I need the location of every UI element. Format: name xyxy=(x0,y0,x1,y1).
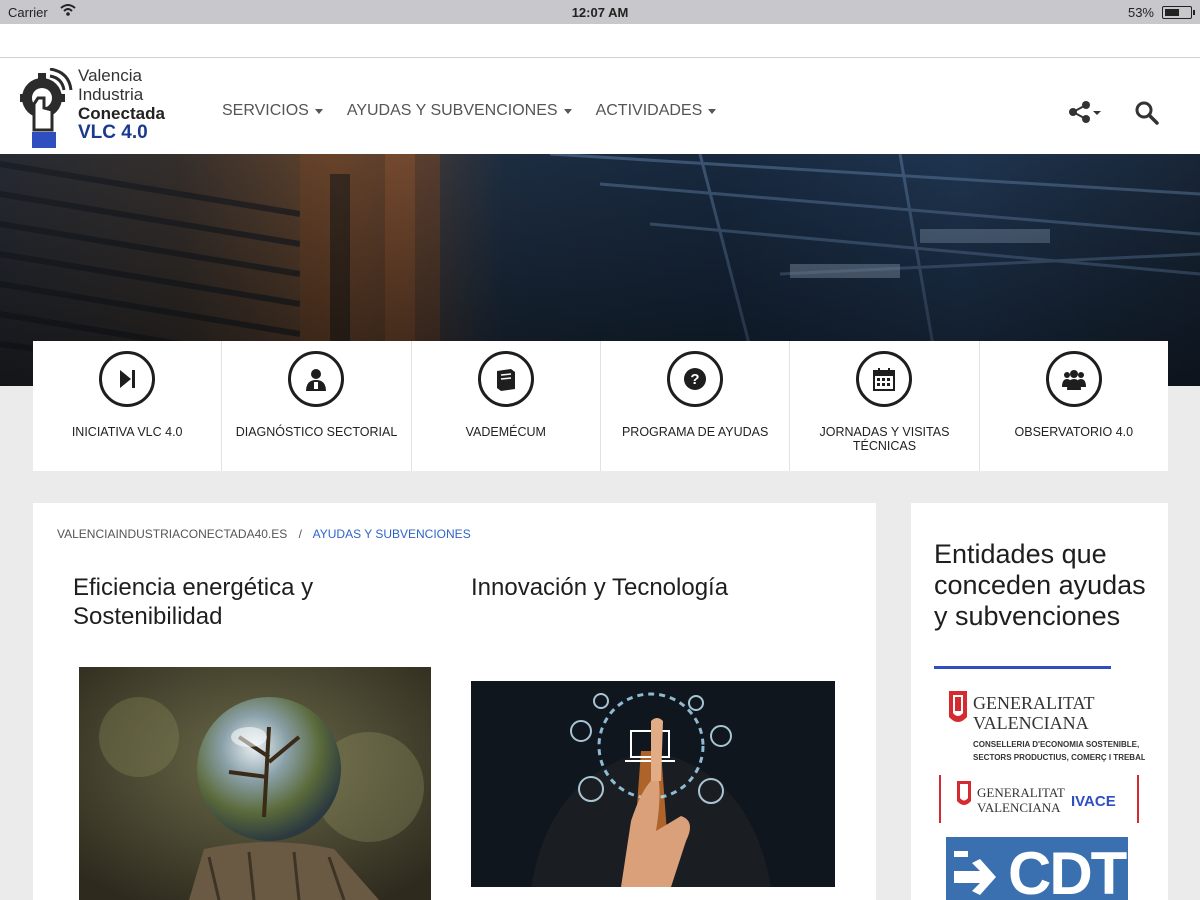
card-image-technology[interactable] xyxy=(471,681,835,887)
nav-ayudas-subvenciones[interactable]: AYUDAS Y SUBVENCIONES xyxy=(347,102,572,120)
caret-down-icon xyxy=(563,108,572,114)
cdti-arrow-mark xyxy=(954,851,996,895)
breadcrumb-home[interactable]: VALENCIAINDUSTRIACONECTADA40.ES xyxy=(57,527,287,541)
strip-label: VADEMÉCUM xyxy=(465,425,546,439)
nav-servicios[interactable]: SERVICIOS xyxy=(222,102,323,120)
play-skip-icon xyxy=(99,351,156,407)
gv1-name-2: VALENCIANA xyxy=(973,713,1089,733)
group-icon xyxy=(1045,351,1102,407)
clock: 12:07 AM xyxy=(571,5,629,20)
strip-item-diagnostico[interactable]: DIAGNÓSTICO SECTORIAL xyxy=(222,341,412,471)
strip-label: OBSERVATORIO 4.0 xyxy=(1014,425,1134,439)
strip-label: DIAGNÓSTICO SECTORIAL xyxy=(235,425,398,439)
nav-actividades[interactable]: ACTIVIDADES xyxy=(596,102,717,120)
strip-item-jornadas[interactable]: JORNADAS Y VISITAS TÉCNICAS xyxy=(790,341,980,471)
strip-item-programa-ayudas[interactable]: ? PROGRAMA DE AYUDAS xyxy=(601,341,791,471)
strip-item-observatorio[interactable]: OBSERVATORIO 4.0 xyxy=(980,341,1168,471)
cdti-wordmark: CDTI xyxy=(1008,840,1128,900)
caret-down-icon xyxy=(708,108,717,114)
strip-label: JORNADAS Y VISITAS TÉCNICAS xyxy=(819,425,950,453)
strip-label: INICIATIVA VLC 4.0 xyxy=(71,425,183,439)
gv2-name-1: GENERALITAT xyxy=(977,785,1065,800)
strip-item-iniciativa[interactable]: INICIATIVA VLC 4.0 xyxy=(33,341,223,471)
svg-text:?: ? xyxy=(691,371,700,388)
logo-line-1: Valencia xyxy=(78,66,142,85)
strip-item-vademecum[interactable]: VADEMÉCUM xyxy=(412,341,601,471)
card-title-eficiencia[interactable]: Eficiencia energética y Sostenibilidad xyxy=(73,573,393,631)
title-underline xyxy=(934,666,1111,669)
services-icon-strip: INICIATIVA VLC 4.0 DIAGNÓSTICO SECTORIAL… xyxy=(33,341,1168,471)
main-nav: SERVICIOS AYUDAS Y SUBVENCIONES ACTIVIDA… xyxy=(222,102,717,120)
nav-label: ACTIVIDADES xyxy=(595,102,703,119)
nav-label: AYUDAS Y SUBVENCIONES xyxy=(346,102,558,119)
card-title-innovacion[interactable]: Innovación y Tecnología xyxy=(471,573,811,602)
doctor-icon xyxy=(288,351,345,407)
gv-ivace-mark: GENERALITAT VALENCIANA IVACE xyxy=(957,781,1116,815)
nav-label: SERVICIOS xyxy=(222,102,309,119)
sidebar-entities: Entidades que conceden ayudas y subvenci… xyxy=(911,503,1168,900)
cdti-logo[interactable]: CDTI xyxy=(946,837,1128,900)
gv1-name-1: GENERALITAT xyxy=(973,693,1095,713)
site-header: Valencia Industria Conectada VLC 4.0 SER… xyxy=(0,58,1200,154)
question-icon: ? xyxy=(667,351,724,407)
search-icon[interactable] xyxy=(1134,100,1160,126)
breadcrumb-current[interactable]: AYUDAS Y SUBVENCIONES xyxy=(313,527,471,541)
breadcrumb-separator: / xyxy=(298,527,302,541)
logo-text: Valencia Industria Conectada VLC 4.0 xyxy=(78,66,165,142)
sidebar-title: Entidades que conceden ayudas y subvenci… xyxy=(934,539,1146,631)
generalitat-valenciana-conselleria-logo[interactable]: GENERALITAT VALENCIANA CONSELLERIA D'ECO… xyxy=(945,687,1145,767)
crystal-ball-photo xyxy=(79,667,431,900)
browser-bar xyxy=(0,24,1200,58)
gv2-name-2: VALENCIANA xyxy=(977,800,1061,815)
share-icon[interactable] xyxy=(1068,100,1104,124)
logo-line-3: Conectada xyxy=(78,104,165,123)
gear-hand-icon xyxy=(20,68,73,148)
card-image-crystal-ball[interactable] xyxy=(79,667,431,900)
logo-line-2: Industria xyxy=(78,85,144,104)
status-bar: Carrier 12:07 AM 53% xyxy=(0,0,1200,24)
main-content: VALENCIAINDUSTRIACONECTADA40.ES / AYUDAS… xyxy=(33,503,876,900)
gv1-dept-1: CONSELLERIA D'ECONOMIA SOSTENIBLE, xyxy=(973,740,1139,749)
battery-percent: 53% xyxy=(1127,5,1154,20)
battery-icon xyxy=(1162,6,1195,19)
caret-down-icon xyxy=(314,108,323,114)
site-logo[interactable]: Valencia Industria Conectada VLC 4.0 xyxy=(20,66,200,148)
strip-label: PROGRAMA DE AYUDAS xyxy=(621,425,769,439)
gv1-dept-2: SECTORS PRODUCTIUS, COMERÇ I TREBALL xyxy=(973,753,1145,762)
logo-line-4: VLC 4.0 xyxy=(78,122,148,143)
breadcrumb: VALENCIAINDUSTRIACONECTADA40.ES / AYUDAS… xyxy=(57,527,471,541)
ivace-label: IVACE xyxy=(1071,793,1116,810)
calendar-icon xyxy=(856,351,913,407)
generalitat-ivace-logo[interactable]: GENERALITAT VALENCIANA IVACE xyxy=(939,775,1139,823)
book-icon xyxy=(477,351,534,407)
technology-touch-photo xyxy=(471,681,835,887)
